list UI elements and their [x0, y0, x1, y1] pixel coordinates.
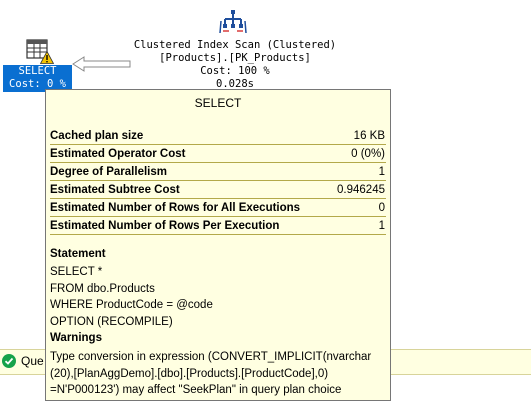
- property-value: 16 KB: [353, 130, 385, 142]
- property-value: 1: [378, 166, 385, 178]
- data-flow-arrow[interactable]: [72, 56, 132, 72]
- statement-line: WHERE ProductCode = @code: [50, 299, 213, 311]
- statement-line: SELECT *: [50, 266, 103, 278]
- property-row: Cached plan size 16 KB: [50, 128, 386, 145]
- select-node-label[interactable]: SELECT Cost: 0 %: [3, 65, 72, 92]
- scan-node-cost: Cost: 100 %: [200, 65, 270, 77]
- select-node-operator: SELECT: [18, 65, 57, 77]
- property-row: Estimated Subtree Cost 0.946245: [50, 182, 386, 199]
- tooltip-properties: Cached plan size 16 KB Estimated Operato…: [50, 128, 386, 236]
- property-value: 0: [378, 202, 385, 214]
- property-label: Estimated Subtree Cost: [50, 184, 180, 196]
- scan-node-label[interactable]: Clustered Index Scan (Clustered) [Produc…: [110, 39, 360, 91]
- warnings-heading: Warnings: [50, 332, 102, 344]
- warning-triangle-icon: [39, 50, 55, 64]
- property-row: Estimated Number of Rows Per Execution 1: [50, 218, 386, 235]
- property-value: 0 (0%): [351, 148, 385, 160]
- tooltip-title: SELECT: [194, 96, 242, 110]
- statement-text: SELECT * FROM dbo.Products WHERE Product…: [50, 264, 384, 330]
- property-row: Degree of Parallelism 1: [50, 164, 386, 181]
- success-check-icon: [2, 354, 16, 368]
- scan-node-object: [Products].[PK_Products]: [159, 52, 311, 64]
- property-label: Estimated Number of Rows for All Executi…: [50, 202, 301, 214]
- property-label: Estimated Number of Rows Per Execution: [50, 220, 280, 232]
- property-label: Degree of Parallelism: [50, 166, 167, 178]
- select-operator-tooltip: SELECT Cached plan size 16 KB Estimated …: [45, 89, 391, 401]
- warning-line: Type conversion in expression (CONVERT_I…: [50, 351, 372, 363]
- statement-line: OPTION (RECOMPILE): [50, 315, 173, 328]
- status-text: Que: [21, 354, 44, 368]
- property-value: 1: [378, 220, 385, 232]
- property-label: Cached plan size: [50, 130, 144, 142]
- statement-line: FROM dbo.Products: [50, 282, 155, 295]
- statement-heading: Statement: [50, 248, 106, 260]
- warning-line: =N'P000123') may affect "SeekPlan" in qu…: [50, 384, 342, 396]
- execution-plan-canvas: Clustered Index Scan (Clustered) [Produc…: [0, 0, 531, 401]
- property-row: Estimated Number of Rows for All Executi…: [50, 200, 386, 217]
- scan-node-operator: Clustered Index Scan (Clustered): [133, 39, 337, 51]
- warning-line: (20),[PlanAggDemo].[dbo].[Products].[Pro…: [50, 367, 329, 380]
- property-value: 0.946245: [337, 184, 385, 196]
- clustered-index-scan-icon[interactable]: [219, 9, 247, 35]
- property-row: Estimated Operator Cost 0 (0%): [50, 146, 386, 163]
- warnings-text: Type conversion in expression (CONVERT_I…: [50, 349, 384, 399]
- property-label: Estimated Operator Cost: [50, 148, 186, 160]
